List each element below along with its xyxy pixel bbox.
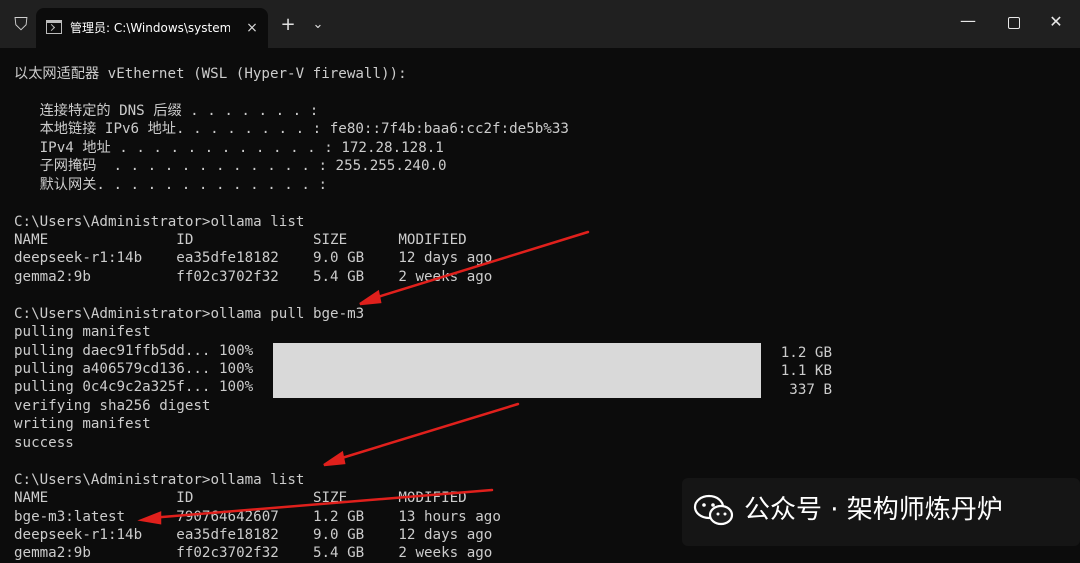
- wechat-icon: [693, 494, 734, 526]
- annotation-arrow: [330, 402, 520, 463]
- annotation-arrow: [366, 230, 590, 302]
- arrowhead-icon: [323, 450, 346, 467]
- annotation-arrow: [148, 488, 494, 520]
- arrowhead-icon: [359, 289, 382, 306]
- annotation-arrows: [137, 230, 590, 525]
- arrowhead-icon: [137, 511, 162, 525]
- watermark-text: 公众号 · 架构师炼丹炉: [744, 495, 1003, 525]
